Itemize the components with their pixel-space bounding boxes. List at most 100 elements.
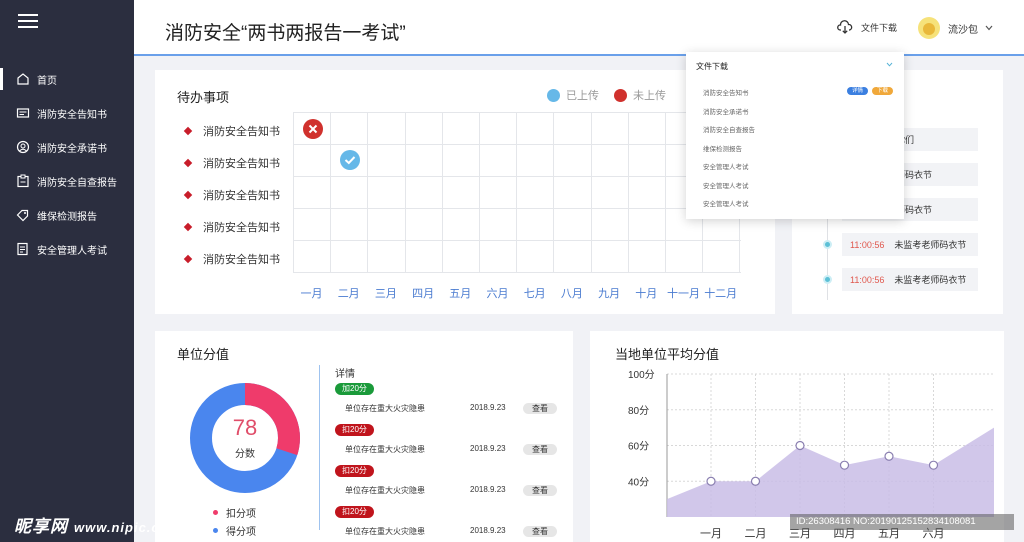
sidebar-item-self-check[interactable]: 消防安全自查报告 bbox=[0, 164, 134, 198]
timeline-text: 未监考老师码衣节 bbox=[894, 275, 967, 285]
dropdown-item[interactable]: 消防安全告知书 bbox=[703, 87, 749, 97]
month-label: 一月 bbox=[300, 288, 323, 300]
timeline-item[interactable]: 11:00:56 未监考老师码衣节 bbox=[842, 233, 978, 256]
view-button[interactable]: 查看 bbox=[523, 526, 557, 537]
data-point[interactable] bbox=[839, 460, 850, 470]
month-label: 十月 bbox=[635, 288, 658, 300]
tag-icon bbox=[16, 209, 29, 222]
month-label: 七月 bbox=[523, 288, 546, 300]
diamond-icon bbox=[183, 190, 193, 200]
sidebar: 首页 消防安全告知书 消防安全承诺书 消防安全自查报告 维保检测报告 安全管理人… bbox=[0, 0, 134, 542]
detail-title: 详情 bbox=[335, 369, 355, 380]
dropdown-item[interactable]: 安全管理人考试 bbox=[703, 161, 749, 171]
file-download-button[interactable]: 文件下载 bbox=[837, 20, 897, 34]
timeline-time: 11:00:56 bbox=[850, 274, 885, 285]
data-point[interactable] bbox=[928, 460, 939, 470]
detail-text: 单位存在重大火灾隐患 bbox=[345, 404, 425, 413]
todo-grid bbox=[293, 112, 741, 273]
detail-badge-button[interactable]: 详情 bbox=[847, 87, 869, 95]
y-tick-label: 100分 bbox=[628, 369, 655, 381]
grid-line bbox=[293, 208, 741, 209]
diamond-icon bbox=[183, 254, 193, 264]
download-badge-button[interactable]: 下载 bbox=[872, 87, 894, 95]
score-value-label: 分数 bbox=[235, 449, 255, 460]
grid-line bbox=[479, 112, 480, 272]
data-point[interactable] bbox=[884, 451, 894, 461]
todo-row-label: 消防安全告知书 bbox=[183, 155, 280, 171]
sidebar-item-label: 维保检测报告 bbox=[37, 211, 97, 223]
view-button[interactable]: 查看 bbox=[523, 485, 557, 496]
file-download-dropdown: 文件下载 消防安全告知书 消防安全承诺书 消防安全自查报告 维保检测报告 安全管理人考试… bbox=[686, 52, 904, 219]
dropdown-item[interactable]: 安全管理人考试 bbox=[703, 198, 749, 208]
not-uploaded-icon[interactable] bbox=[303, 119, 323, 139]
user-menu[interactable]: 流沙包 bbox=[918, 17, 993, 39]
dropdown-item[interactable]: 消防安全承诺书 bbox=[703, 106, 749, 116]
month-label: 八月 bbox=[560, 288, 583, 300]
sidebar-item-label: 消防安全承诺书 bbox=[37, 143, 107, 155]
grid-line bbox=[293, 176, 741, 177]
score-value: 78 bbox=[232, 415, 258, 440]
y-tick-label: 60分 bbox=[628, 441, 649, 453]
detail-text: 单位存在重大火灾隐患 bbox=[345, 445, 425, 454]
sidebar-item-commitment[interactable]: 消防安全承诺书 bbox=[0, 130, 134, 164]
grid-line bbox=[441, 112, 443, 272]
data-point[interactable] bbox=[750, 476, 761, 486]
data-point[interactable] bbox=[706, 476, 716, 486]
grid-line bbox=[293, 144, 741, 145]
score-title: 单位分值 bbox=[177, 347, 230, 362]
grid-line bbox=[590, 112, 592, 272]
watermark-logo-text: 昵享网 bbox=[14, 517, 68, 536]
grid-line bbox=[516, 112, 518, 272]
avatar bbox=[918, 17, 940, 39]
file-download-label: 文件下载 bbox=[861, 22, 898, 33]
grid-line bbox=[553, 112, 555, 272]
dropdown-item[interactable]: 维保检测报告 bbox=[703, 143, 742, 153]
top-header: 消防安全“两书两报告一考试” 文件下载 流沙包 bbox=[134, 0, 1024, 56]
watermark-url: www.nipic.com bbox=[74, 520, 182, 535]
menu-toggle-icon[interactable] bbox=[18, 14, 38, 28]
deduct-dot-icon bbox=[213, 510, 218, 515]
cloud-download-icon bbox=[837, 20, 853, 34]
view-button[interactable]: 查看 bbox=[523, 444, 557, 455]
todo-title: 待办事项 bbox=[177, 90, 230, 105]
sidebar-item-maintenance[interactable]: 维保检测报告 bbox=[0, 198, 134, 232]
chevron-down-icon[interactable] bbox=[886, 62, 893, 67]
legend-deduct-label: 扣分项 bbox=[226, 509, 256, 520]
timeline-dot-icon bbox=[823, 240, 832, 249]
home-icon bbox=[17, 73, 29, 85]
legend-add-label: 得分项 bbox=[226, 527, 256, 538]
dropdown-item[interactable]: 消防安全自查报告 bbox=[703, 124, 755, 134]
view-button[interactable]: 查看 bbox=[523, 403, 557, 414]
detail-date: 2018.9.23 bbox=[470, 485, 506, 494]
sidebar-item-label: 消防安全告知书 bbox=[37, 109, 107, 121]
month-label: 六月 bbox=[486, 288, 509, 300]
month-label: 五月 bbox=[449, 288, 472, 300]
unit-score-card: 单位分值 78 分数 扣分项 得分项 详情 加20分 单位存在重大火灾隐患 2018… bbox=[155, 331, 573, 542]
sidebar-item-notice[interactable]: 消防安全告知书 bbox=[0, 96, 134, 130]
timeline-text: 未监考老师码衣节 bbox=[894, 240, 967, 250]
month-label: 四月 bbox=[412, 288, 435, 300]
watermark-left: 昵享网 www.nipic.com bbox=[14, 512, 181, 537]
sidebar-item-label: 安全管理人考试 bbox=[37, 245, 107, 257]
data-point[interactable] bbox=[795, 440, 805, 451]
todo-row-label: 消防安全告知书 bbox=[183, 123, 280, 139]
sidebar-nav: 首页 消防安全告知书 消防安全承诺书 消防安全自查报告 维保检测报告 安全管理人… bbox=[0, 62, 134, 266]
diamond-icon bbox=[183, 158, 193, 168]
dropdown-title: 文件下载 bbox=[696, 62, 728, 71]
uploaded-icon[interactable] bbox=[340, 150, 360, 170]
grid-line bbox=[293, 112, 294, 272]
timeline-item[interactable]: 11:00:56 未监考老师码衣节 bbox=[842, 268, 978, 291]
sidebar-item-home[interactable]: 首页 bbox=[0, 62, 134, 96]
month-label: 二月 bbox=[337, 288, 360, 300]
dropdown-item[interactable]: 安全管理人考试 bbox=[703, 180, 749, 190]
sidebar-item-exam[interactable]: 安全管理人考试 bbox=[0, 232, 134, 266]
timeline-dot-icon bbox=[823, 275, 832, 284]
document-icon bbox=[16, 108, 30, 118]
todo-row-text: 消防安全告知书 bbox=[203, 190, 280, 202]
todo-row-label: 消防安全告知书 bbox=[183, 251, 280, 267]
user-name: 流沙包 bbox=[948, 24, 978, 36]
todo-row-text: 消防安全告知书 bbox=[203, 158, 280, 170]
month-label: 十一月 bbox=[667, 288, 700, 300]
legend-uploaded: 已上传 bbox=[547, 87, 599, 103]
legend-deduct: 扣分项 bbox=[213, 505, 256, 520]
